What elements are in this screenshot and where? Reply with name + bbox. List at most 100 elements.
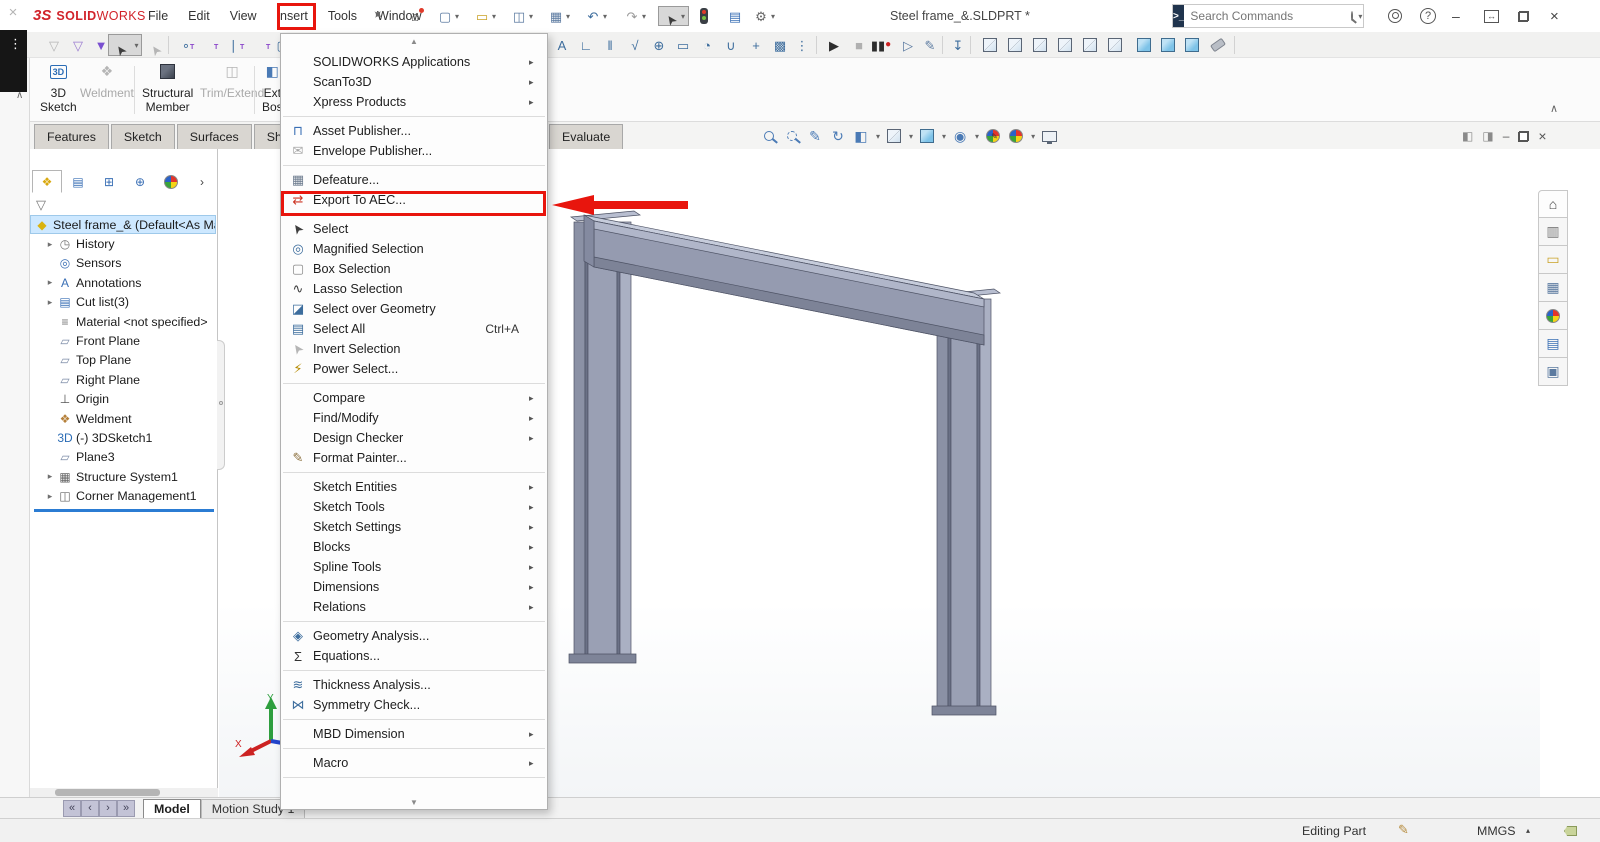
options-caret-icon[interactable]: ▾ [771,12,775,21]
menu-item[interactable]: SOLIDWORKS Applications ▸ [281,52,547,72]
view-isometric-icon[interactable] [1134,35,1154,55]
menu-item[interactable]: Spline Tools ▸ [281,557,547,577]
select-dropdown-icon[interactable]: ▾ [134,41,138,50]
menu-item[interactable]: ▤ Select All Ctrl+A ▸ [281,319,547,339]
display-style-caret-icon[interactable]: ▾ [942,132,946,141]
view-right-icon[interactable] [1055,35,1075,55]
print-caret-icon[interactable]: ▾ [566,12,570,21]
expand-arrow-icon[interactable]: ▸ [44,239,56,250]
new-document-button[interactable]: ▢▾ [436,6,459,26]
filter-dimensions-icon[interactable]: ‖ [600,35,620,55]
section-view-icon[interactable]: ◧ [852,127,870,145]
tab-flyout[interactable]: › [187,170,217,193]
filter-center-marks-icon[interactable]: + [746,35,766,55]
filter-cosmetic-threads-icon[interactable]: ▩ [770,35,790,55]
tab-dimxpertmanager[interactable]: ⊕ [125,170,155,193]
search-input[interactable] [1184,9,1351,23]
help-button[interactable]: ? [1420,6,1436,26]
menu-item[interactable]: ∿ Lasso Selection ▸ [281,279,547,299]
menu-item[interactable]: ➤ Invert Selection ▸ [281,339,547,359]
new-caret-icon[interactable]: ▾ [455,12,459,21]
restore-button[interactable] [1518,6,1529,26]
menu-item[interactable]: ScanTo3D ▸ [281,72,547,92]
redo-caret-icon[interactable]: ▾ [642,12,646,21]
tree-filter-icon[interactable]: ▽ [36,197,46,213]
zoom-to-area-icon[interactable] [783,127,801,145]
hide-show-items-icon[interactable]: ◉ [951,127,969,145]
menu-item[interactable]: Sketch Entities ▸ [281,477,547,497]
options-button[interactable]: ⚙▾ [752,6,775,26]
tree-item[interactable]: ▸ A Annotations [30,273,216,292]
filter-weld-symbols-icon[interactable]: ◔ [697,35,717,55]
tree-item[interactable]: ▸ ▱ Front Plane [30,331,216,350]
tree-item[interactable]: ▸ ❖ Weldment [30,409,216,428]
eraser-icon[interactable] [1208,35,1228,55]
taskpane-forum-button[interactable]: ▣ [1538,358,1568,386]
tree-root-item[interactable]: ◆ Steel frame_& (Default<As Ma [30,215,216,234]
zoom-to-fit-icon[interactable] [760,127,778,145]
taskpane-custom-properties-button[interactable]: ▤ [1538,330,1568,358]
menubar-item[interactable]: File [138,3,178,29]
menu-item[interactable]: Design Checker ▸ [281,428,547,448]
run-macro-icon[interactable]: ▷ [898,35,918,55]
menu-item[interactable]: Compare ▸ [281,388,547,408]
filter-weld-beads-icon[interactable]: ∪ [721,35,741,55]
filter-clear-icon[interactable]: ▽ [44,35,64,55]
tree-item[interactable]: ▸ ▤ Cut list(3) [30,293,216,312]
overflow-dots-icon[interactable]: ⋮ [9,36,23,52]
view-back-icon[interactable] [1005,35,1025,55]
menu-item[interactable]: Xpress Products ▸ [281,92,547,112]
view-left-icon[interactable] [1030,35,1050,55]
resize-button[interactable]: ↔ [1484,6,1499,26]
normal-to-icon[interactable]: ↧ [948,35,968,55]
menu-item[interactable]: ▢ Box Selection ▸ [281,259,547,279]
view-settings-icon[interactable] [1040,127,1058,145]
doc-minimize-icon[interactable]: – [1503,129,1510,143]
section-caret-icon[interactable]: ▾ [876,132,880,141]
performance-button[interactable] [700,6,708,26]
display-style-icon[interactable] [918,127,936,145]
menu-item[interactable]: ◎ Magnified Selection ▸ [281,239,547,259]
doc-close-icon[interactable]: × [1538,128,1546,144]
menu-item[interactable]: Blocks ▸ [281,537,547,557]
filter-axes-icon[interactable]: ⋮ [792,35,812,55]
view-trimetric-icon[interactable] [1158,35,1178,55]
tab-configurationmanager[interactable]: ⊞ [94,170,124,193]
select-button[interactable]: ➤▾ [108,34,142,56]
tab-propertymanager[interactable]: ▤ [63,170,93,193]
previous-view-icon[interactable]: ✎ [806,127,824,145]
units-selector[interactable]: MMGS [1477,824,1516,838]
previous-sheet-icon[interactable]: ‹ [81,800,99,817]
scene-caret-icon[interactable]: ▾ [1031,132,1035,141]
tree-item[interactable]: ▸ ▱ Plane3 [30,448,216,467]
collapse-left-pane-icon[interactable]: ◧ [1462,129,1473,143]
rollback-bar[interactable] [34,509,214,512]
taskpane-file-explorer-button[interactable]: ▭ [1538,246,1568,274]
tab-evaluate[interactable]: Evaluate [549,124,623,149]
home-button[interactable]: ⌂ [406,6,424,26]
select-tool-button[interactable]: ➤▾ [658,6,689,26]
menu-item[interactable]: ➤ Select ▸ [281,219,547,239]
user-account-button[interactable] [1388,6,1402,26]
tree-item[interactable]: ▸ ◫ Corner Management1 [30,486,216,505]
edit-appearance-icon[interactable] [984,127,1002,145]
expand-arrow-icon[interactable]: ▸ [44,297,56,308]
doc-restore-icon[interactable] [1518,131,1529,142]
save-button[interactable]: ◫▾ [510,6,533,26]
filter-outline-icon[interactable]: ▽ [68,35,88,55]
tree-item[interactable]: ▸ ⊥ Origin [30,390,216,409]
menu-item[interactable]: ≋ Thickness Analysis... ▸ [281,675,547,695]
menubar-item[interactable]: View [220,3,267,29]
close-button[interactable]: × [1550,6,1559,26]
menu-item[interactable]: ✉ Envelope Publisher... ▸ [281,141,547,161]
filter-gtol-icon[interactable]: ⊕ [649,35,669,55]
apply-scene-icon[interactable] [1007,127,1025,145]
ribbon-tab[interactable]: Surfaces [177,124,252,149]
menu-item[interactable]: Sketch Tools ▸ [281,497,547,517]
edit-macro-icon[interactable]: ✎ [920,35,940,55]
tree-item[interactable]: ▸ ▱ Right Plane [30,370,216,389]
undo-button[interactable]: ↶▾ [584,6,607,26]
menu-item[interactable]: MBD Dimension ▸ [281,724,547,744]
expand-arrow-icon[interactable]: ▸ [44,471,56,482]
view-dimetric-icon[interactable] [1182,35,1202,55]
